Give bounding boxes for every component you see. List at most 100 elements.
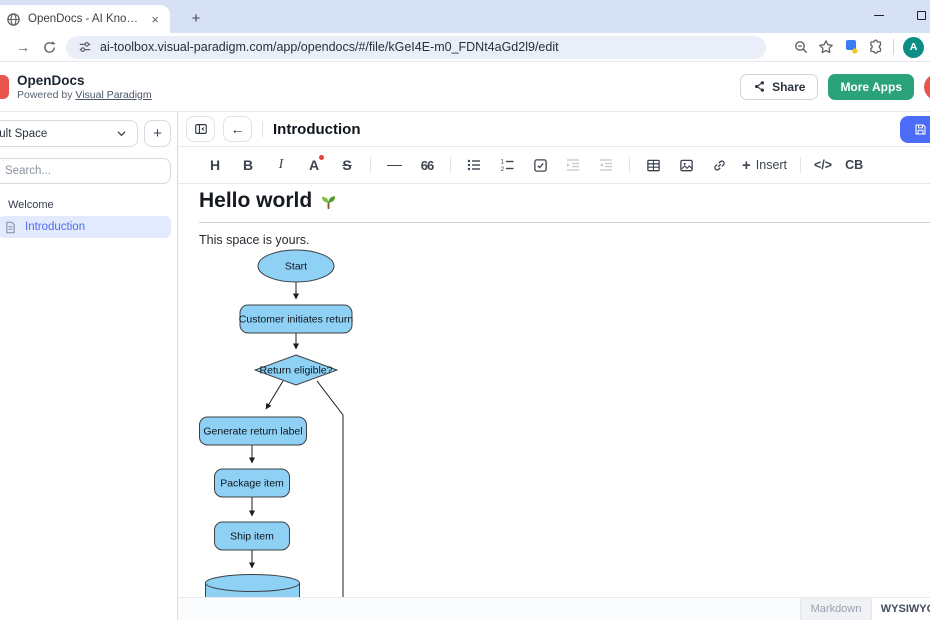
node-initiate-label: Customer initiates return (239, 314, 354, 326)
share-button[interactable]: Share (740, 74, 818, 100)
tab-markdown[interactable]: Markdown (800, 598, 872, 620)
site-settings-icon (78, 40, 92, 54)
sidebar-section-label: Welcome (0, 199, 171, 211)
forward-button[interactable]: → (10, 35, 36, 59)
italic-button[interactable]: I (271, 154, 291, 176)
close-tab-button[interactable]: × (148, 12, 162, 27)
bullet-list-button[interactable] (464, 154, 484, 176)
share-label: Share (772, 80, 805, 94)
save-icon (914, 123, 927, 136)
app-name: OpenDocs (17, 73, 152, 88)
profile-avatar[interactable]: A (903, 37, 924, 58)
window-controls (858, 0, 930, 30)
edge-eligible-generate (266, 381, 283, 409)
horizontal-rule-button[interactable] (384, 154, 404, 176)
indent-icon (565, 157, 581, 173)
doc-heading-text: Hello world (199, 188, 312, 214)
doc-paragraph: This space is yours. (199, 233, 930, 247)
editor-footer: Markdown WYSIWYG (178, 597, 930, 620)
inline-code-button[interactable]: </> (814, 154, 832, 176)
blockquote-button[interactable]: 66 (417, 154, 437, 176)
header-actions: Share More Apps (740, 74, 930, 100)
insert-button[interactable]: + Insert (742, 157, 787, 174)
seedling-emoji-icon (319, 192, 338, 211)
document-content[interactable]: Hello world This space is yours. (178, 184, 930, 597)
maximize-icon (917, 11, 926, 20)
heading-button[interactable]: H (205, 154, 225, 176)
address-bar[interactable]: ai-toolbox.visual-paradigm.com/app/opend… (66, 36, 766, 59)
formatting-toolbar: H B I A S 66 1 2 (178, 147, 930, 184)
divider (893, 39, 894, 55)
back-button[interactable]: ← (223, 116, 252, 142)
share-icon (753, 80, 766, 93)
table-icon (646, 158, 661, 173)
extensions-menu-icon[interactable] (868, 39, 884, 55)
tab-wysiwyg[interactable]: WYSIWYG (872, 598, 930, 620)
node-generate-label: Generate return label (203, 426, 302, 438)
extension-icon[interactable] (843, 39, 859, 55)
app-body: Default Space + Welcome Introducti (0, 112, 930, 620)
more-apps-button[interactable]: More Apps (828, 74, 914, 100)
color-dot (319, 155, 324, 160)
insert-table-button[interactable] (643, 154, 663, 176)
divider (629, 157, 630, 173)
node-package-label: Package item (220, 478, 284, 490)
app-title-block: OpenDocs Powered by Visual Paradigm (17, 73, 152, 101)
svg-text:2: 2 (501, 166, 505, 173)
tab-title: OpenDocs - AI Knowledge Base (28, 13, 141, 25)
space-selector-row: Default Space + (0, 120, 171, 147)
plus-icon: + (742, 157, 751, 174)
task-list-button[interactable] (530, 154, 550, 176)
document-icon (4, 221, 17, 234)
flowchart-diagram[interactable]: Start Customer initiates return Return e… (199, 249, 930, 597)
search-input[interactable] (0, 158, 171, 184)
powered-by-prefix: Powered by (17, 89, 75, 101)
chevron-down-icon (116, 128, 127, 139)
toggle-sidebar-button[interactable] (186, 116, 215, 142)
panel-collapse-icon (194, 122, 208, 136)
url-text: ai-toolbox.visual-paradigm.com/app/opend… (100, 40, 559, 54)
horizontal-rule-icon (387, 165, 402, 166)
sidebar-item-introduction[interactable]: Introduction (0, 216, 171, 238)
numbered-list-icon: 1 2 (499, 157, 515, 173)
insert-link-button[interactable] (709, 154, 729, 176)
browser-toolbar: → ai-toolbox.visual-paradigm.com/app/ope… (0, 33, 930, 62)
reload-button[interactable] (36, 35, 62, 59)
space-selector[interactable]: Default Space (0, 120, 138, 147)
insert-image-button[interactable] (676, 154, 696, 176)
text-color-label: A (309, 157, 319, 173)
opendocs-logo (0, 75, 9, 99)
divider (450, 157, 451, 173)
node-eligible-label: Return eligible? (260, 365, 333, 377)
bullet-list-icon (466, 157, 482, 173)
zoom-icon[interactable] (793, 39, 809, 55)
checkbox-icon (533, 158, 548, 173)
reload-icon (42, 40, 57, 55)
bold-button[interactable]: B (238, 154, 258, 176)
image-icon (679, 158, 694, 173)
outdent-button[interactable] (596, 154, 616, 176)
numbered-list-button[interactable]: 1 2 (497, 154, 517, 176)
strikethrough-button[interactable]: S (337, 154, 357, 176)
doc-heading: Hello world (199, 188, 930, 223)
minimize-icon (874, 15, 884, 16)
text-color-button[interactable]: A (304, 154, 324, 176)
browser-tab[interactable]: OpenDocs - AI Knowledge Base × (0, 5, 170, 33)
svg-text:1: 1 (501, 159, 505, 166)
minimize-button[interactable] (858, 0, 900, 30)
tab-strip: OpenDocs - AI Knowledge Base × + (0, 0, 930, 33)
node-start-label: Start (285, 261, 307, 273)
editor-pane: ← Introduction Save H B I A S (178, 112, 930, 620)
new-tab-button[interactable]: + (186, 8, 206, 28)
divider (262, 121, 263, 137)
maximize-button[interactable] (900, 0, 930, 30)
user-avatar[interactable] (924, 74, 930, 100)
bookmark-star-icon[interactable] (818, 39, 834, 55)
indent-button[interactable] (563, 154, 583, 176)
app-header: OpenDocs Powered by Visual Paradigm Shar… (0, 62, 930, 112)
visual-paradigm-link[interactable]: Visual Paradigm (75, 89, 151, 101)
save-button[interactable]: Save (900, 116, 930, 143)
code-block-button[interactable]: CB (845, 154, 863, 176)
add-space-button[interactable]: + (144, 120, 171, 147)
outdent-icon (598, 157, 614, 173)
